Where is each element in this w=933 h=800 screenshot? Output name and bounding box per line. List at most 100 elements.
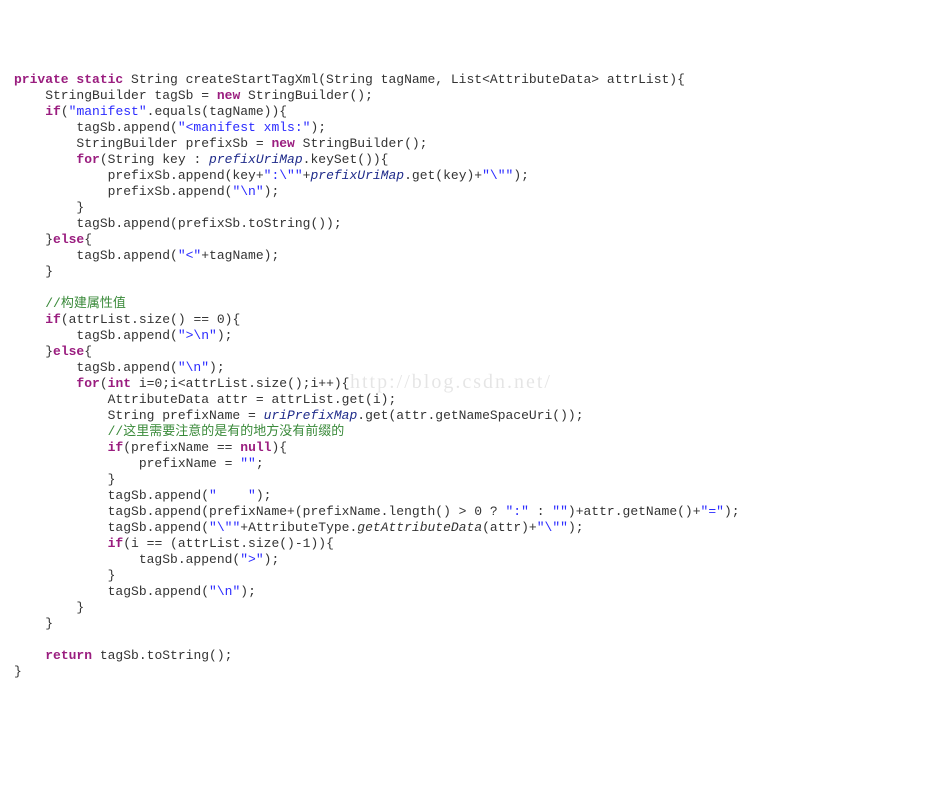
code-text: tagSb.append(: [14, 120, 178, 135]
code-text: }: [14, 232, 53, 247]
keyword: else: [53, 344, 84, 359]
code-text: }: [14, 264, 53, 279]
line: if(i == (attrList.size()-1)){: [14, 536, 334, 551]
line: if("manifest".equals(tagName)){: [14, 104, 287, 119]
code-text: [14, 536, 108, 551]
line: [14, 632, 45, 647]
line: tagSb.append(" ");: [14, 488, 271, 503]
code-text: }: [14, 568, 115, 583]
line: String prefixName = uriPrefixMap.get(att…: [14, 408, 584, 423]
code-text: (attr)+: [482, 520, 537, 535]
line: tagSb.append("<"+tagName);: [14, 248, 279, 263]
code-text: }: [14, 200, 84, 215]
keyword: new: [217, 88, 240, 103]
line: prefixName = "";: [14, 456, 264, 471]
code-text: ;: [256, 456, 264, 471]
string: "\"": [482, 168, 513, 183]
line: prefixSb.append("\n");: [14, 184, 279, 199]
code-block: private static String createStartTagXml(…: [14, 72, 919, 680]
line: //构建属性值: [14, 296, 126, 311]
string: "\"": [209, 520, 240, 535]
code-text: );: [264, 184, 280, 199]
line: AttributeData attr = attrList.get(i);: [14, 392, 396, 407]
code-text: tagSb.append(prefixName+(prefixName.leng…: [14, 504, 505, 519]
line: }: [14, 568, 115, 583]
code-text: tagSb.toString();: [92, 648, 232, 663]
line: }: [14, 600, 84, 615]
code-text: );: [310, 120, 326, 135]
code-text: tagSb.append(: [14, 552, 240, 567]
code-text: .equals(tagName)){: [147, 104, 287, 119]
code-text: }: [14, 344, 53, 359]
string: "=": [701, 504, 724, 519]
string: "manifest": [69, 104, 147, 119]
line: }: [14, 664, 22, 679]
code-text: {: [84, 344, 92, 359]
line: tagSb.append("\""+AttributeType.getAttri…: [14, 520, 584, 535]
code-text: tagSb.append(: [14, 520, 209, 535]
string: ">": [240, 552, 263, 567]
code-text: (: [100, 376, 108, 391]
line: }else{: [14, 344, 92, 359]
code-text: [14, 632, 45, 647]
line: for(String key : prefixUriMap.keySet()){: [14, 152, 389, 167]
keyword: else: [53, 232, 84, 247]
field-ref: prefixUriMap: [209, 152, 303, 167]
keyword: for: [76, 152, 99, 167]
code-text: }: [14, 472, 115, 487]
code-text: AttributeData attr = attrList.get(i);: [14, 392, 396, 407]
code-text: tagSb.append(prefixSb.toString());: [14, 216, 342, 231]
string: ">\n": [178, 328, 217, 343]
code-text: );: [264, 552, 280, 567]
code-text: (String key :: [100, 152, 209, 167]
string: "\n": [232, 184, 263, 199]
comment: //构建属性值: [45, 296, 126, 311]
field-ref: uriPrefixMap: [264, 408, 358, 423]
code-text: [14, 424, 108, 439]
code-text: tagSb.append(: [14, 328, 178, 343]
code-text: +AttributeType.: [240, 520, 357, 535]
code-text: .get(key)+: [404, 168, 482, 183]
code-text: }: [14, 664, 22, 679]
keyword: int: [108, 376, 131, 391]
code-text: (i == (attrList.size()-1)){: [123, 536, 334, 551]
line: if(attrList.size() == 0){: [14, 312, 240, 327]
code-text: [14, 280, 45, 295]
field-ref: prefixUriMap: [310, 168, 404, 183]
line: }: [14, 472, 115, 487]
code-text: [14, 648, 45, 663]
code-text: );: [513, 168, 529, 183]
line: for(int i=0;i<attrList.size();i++){: [14, 376, 349, 391]
string: "": [552, 504, 568, 519]
code-text: ){: [271, 440, 287, 455]
line: tagSb.append(">");: [14, 552, 279, 567]
code-text: prefixSb.append(: [14, 184, 232, 199]
code-text: StringBuilder prefixSb =: [14, 136, 271, 151]
code-text: .get(attr.getNameSpaceUri());: [357, 408, 583, 423]
line: StringBuilder tagSb = new StringBuilder(…: [14, 88, 373, 103]
keyword: if: [108, 440, 124, 455]
code-text: [14, 296, 45, 311]
code-text: StringBuilder();: [295, 136, 428, 151]
comment: //这里需要注意的是有的地方没有前缀的: [108, 424, 345, 439]
code-text: [14, 312, 45, 327]
line: tagSb.append(prefixSb.toString());: [14, 216, 342, 231]
code-text: i=0;i<attrList.size();i++){: [131, 376, 349, 391]
code-text: }: [14, 616, 53, 631]
code-text: StringBuilder tagSb =: [14, 88, 217, 103]
line: tagSb.append("\n");: [14, 584, 256, 599]
line: }: [14, 200, 84, 215]
line: prefixSb.append(key+":\""+prefixUriMap.g…: [14, 168, 529, 183]
code-text: tagSb.append(: [14, 248, 178, 263]
code-text: );: [209, 360, 225, 375]
code-text: :: [529, 504, 552, 519]
line: tagSb.append("\n");: [14, 360, 225, 375]
code-text: }: [14, 600, 84, 615]
line: }: [14, 264, 53, 279]
code-text: );: [568, 520, 584, 535]
code-text: prefixName =: [14, 456, 240, 471]
keyword: if: [45, 312, 61, 327]
string: " ": [209, 488, 256, 503]
code-text: [14, 152, 76, 167]
code-text: (: [61, 104, 69, 119]
